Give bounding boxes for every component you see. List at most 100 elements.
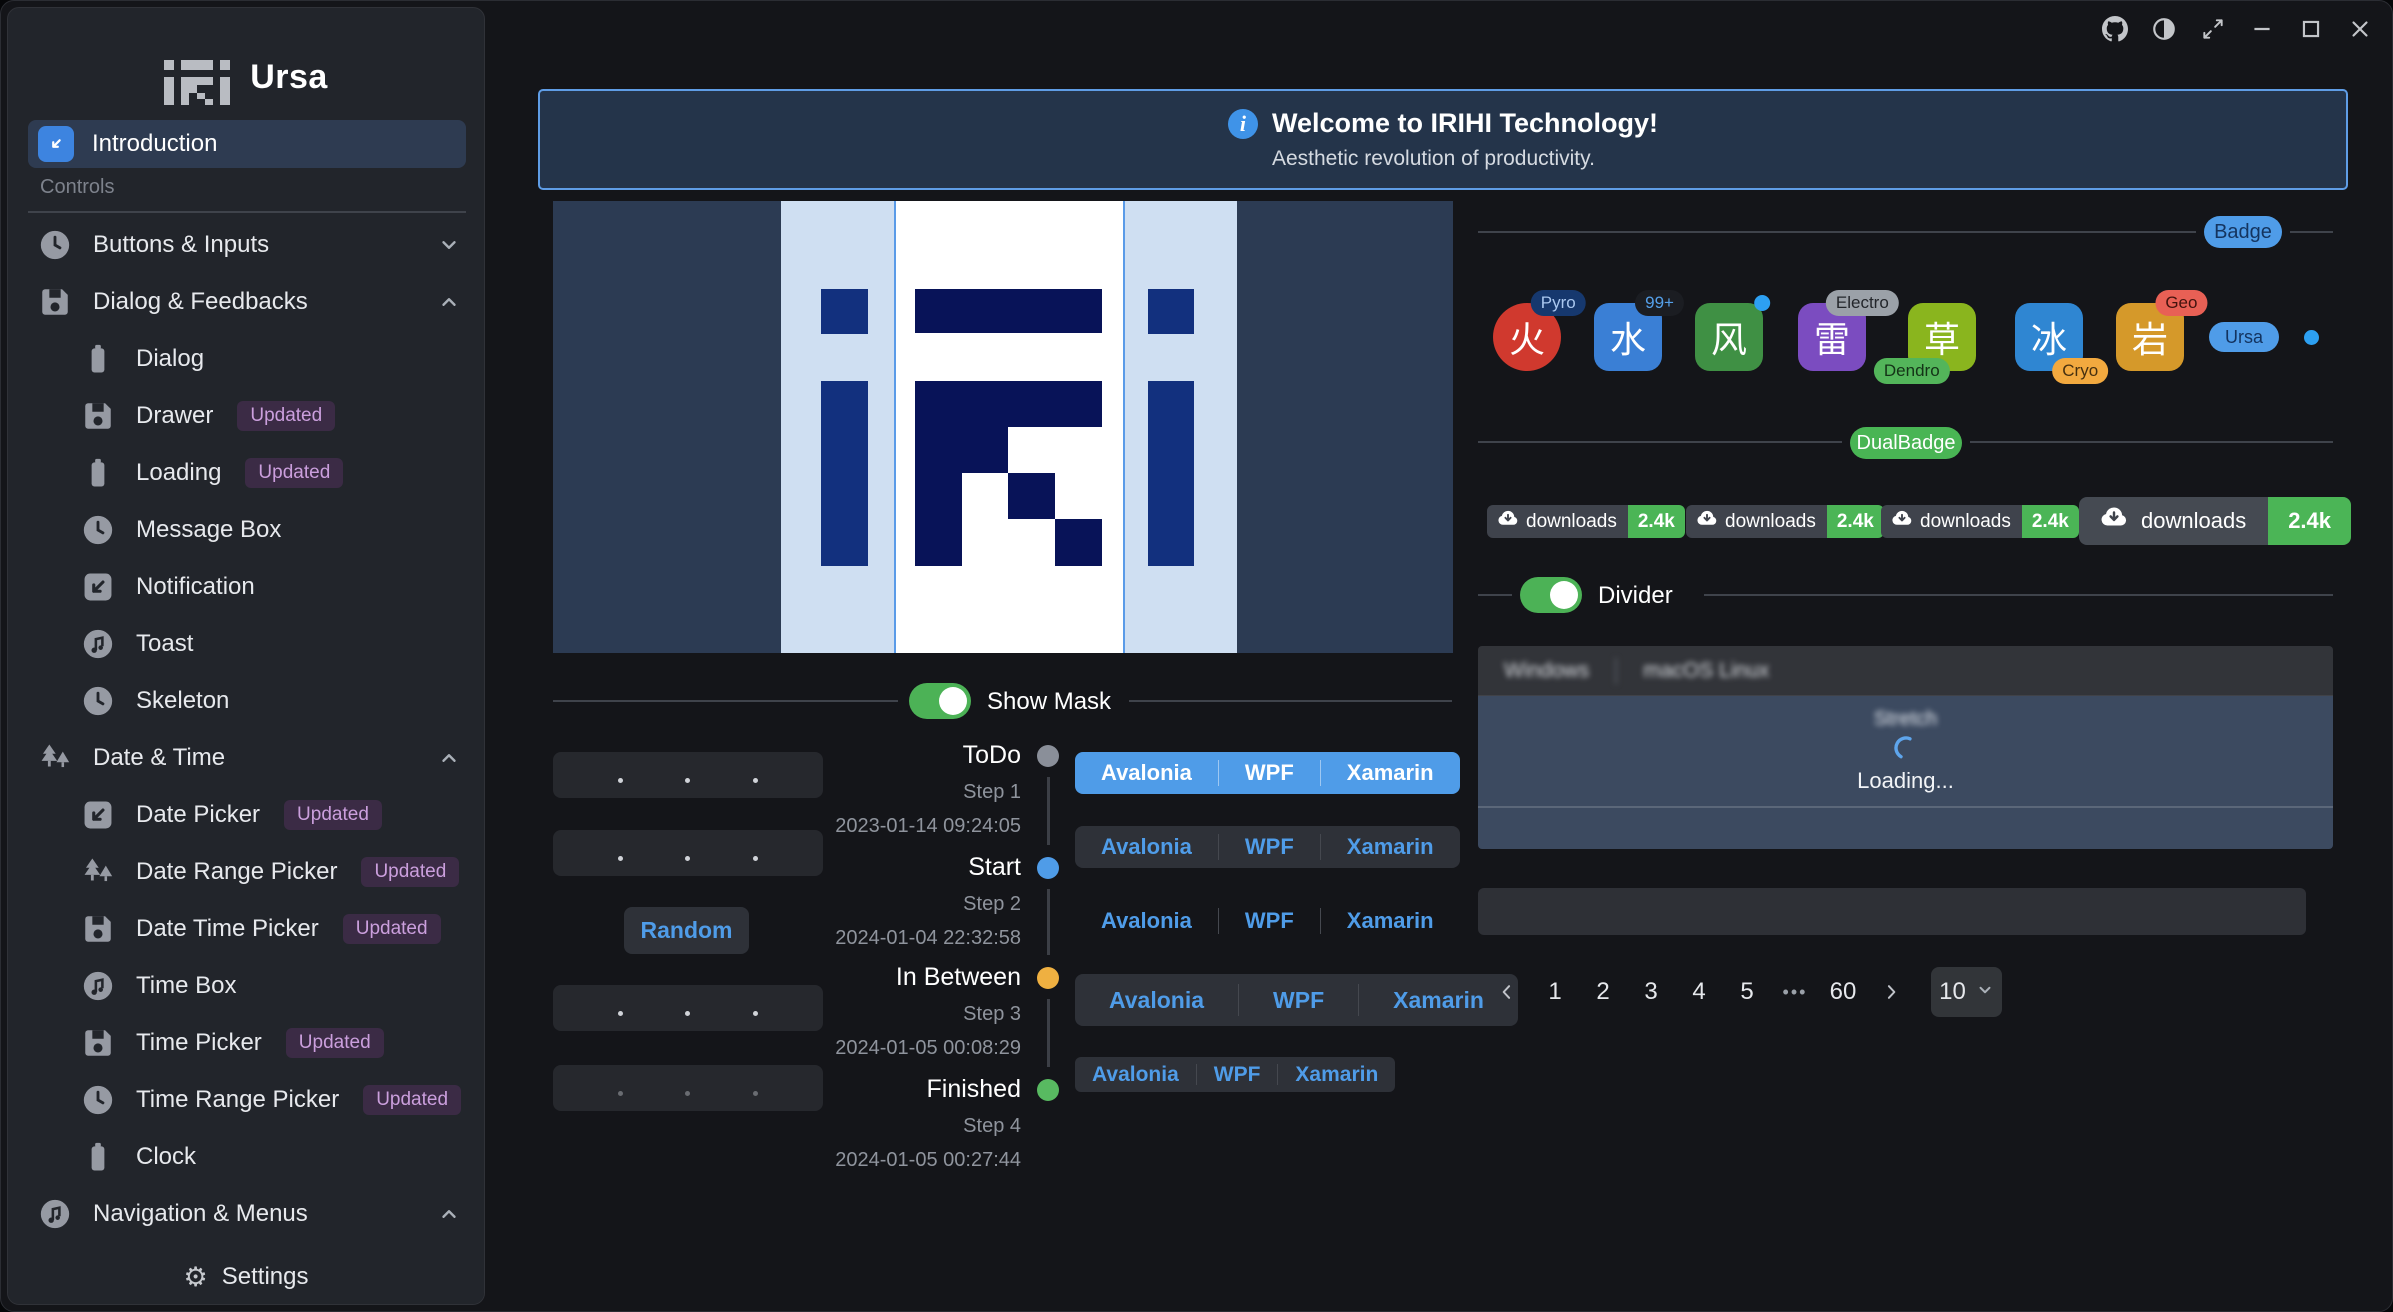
clock-icon [35,225,75,265]
sidebar-item-introduction[interactable]: Introduction [28,120,466,168]
cloud-download-icon [1697,509,1717,535]
github-button[interactable] [2101,15,2129,43]
sidebar-item-clock[interactable]: Clock [8,1128,484,1185]
sidebar-divider [28,211,466,213]
downloads-badge[interactable]: downloads2.4k [1487,505,1685,538]
chevron-down-icon[interactable] [438,234,460,256]
sidebar-item-dialog[interactable]: Dialog [8,330,484,387]
page-button-3[interactable]: 3 [1631,970,1671,1014]
page-button-2[interactable]: 2 [1583,970,1623,1014]
downloads-badge[interactable]: downloads2.4k [1881,505,2079,538]
avalonia-button[interactable]: Avalonia [1075,752,1218,794]
sidebar-item-notification[interactable]: Notification [8,558,484,615]
sidebar-item-label: Skeleton [136,687,229,715]
page-size-select[interactable]: 10 [1931,967,2002,1017]
downloads-text: downloads [2141,508,2246,534]
downloads-badge[interactable]: downloads2.4k [1686,505,1884,538]
sidebar-item-date-time[interactable]: Date & Time [8,729,484,786]
next-page-button[interactable] [1871,970,1911,1014]
avalonia-button[interactable]: Avalonia [1075,826,1218,868]
sidebar-item-time-box[interactable]: Time Box [8,957,484,1014]
downloads-badge-value: 2.4k [2268,497,2351,545]
app-title: Ursa [250,58,328,97]
sidebar-item-toast[interactable]: Toast [8,615,484,672]
sidebar-item-time-picker[interactable]: Time PickerUpdated [8,1014,484,1071]
corner-badge: Pyro [1531,290,1586,316]
sidebar-item-skeleton[interactable]: Skeleton [8,672,484,729]
badge-demo-item: 风 [1695,303,1763,371]
loading-text: Loading... [1478,768,2333,794]
wpf-button[interactable]: WPF [1239,974,1358,1026]
sidebar-item-label: Introduction [92,130,217,158]
page-button-60[interactable]: 60 [1823,970,1863,1014]
badge-demo-item: 草Dendro [1908,303,1976,371]
button-group-tonal-large: AvaloniaWPFXamarin [1075,974,1518,1026]
show-mask-toggle[interactable] [909,683,971,719]
xamarin-button[interactable]: Xamarin [1321,752,1460,794]
button-group-tonal: AvaloniaWPFXamarin [1075,826,1460,868]
sidebar-item-loading[interactable]: LoadingUpdated [8,444,484,501]
chevron-up-icon[interactable] [438,747,460,769]
sidebar-item-navigation-menus[interactable]: Navigation & Menus [8,1185,484,1242]
timeline-dot [1037,1079,1059,1101]
maximize-button[interactable] [2297,15,2325,43]
divider-toggle[interactable] [1520,577,1582,613]
expand-button[interactable] [2199,15,2227,43]
sidebar-item-label: Date Time Picker [136,915,319,943]
avalonia-button[interactable]: Avalonia [1075,1057,1196,1092]
sidebar-item-buttons-inputs[interactable]: Buttons & Inputs [8,216,484,273]
downloads-badge-value: 2.4k [1827,505,1884,538]
sidebar-item-date-range-picker[interactable]: Date Range PickerUpdated [8,843,484,900]
ursa-logo-icon [164,44,230,110]
wpf-button[interactable]: WPF [1197,1057,1278,1092]
maximize-icon [2298,16,2324,42]
page-button-4[interactable]: 4 [1679,970,1719,1014]
timeline-entry: StartStep 22024-01-04 22:32:58 [621,853,1021,950]
page-button-5[interactable]: 5 [1727,970,1767,1014]
wpf-button[interactable]: WPF [1219,900,1320,942]
sidebar-item-label: Navigation & Menus [93,1200,308,1228]
sidebar-nav-list: Buttons & Inputs Dialog & Feedbacks Dialog… [8,216,484,1258]
text-input[interactable] [1478,888,2306,935]
sidebar-item-time-range-picker[interactable]: Time Range PickerUpdated [8,1071,484,1128]
sidebar-item-dialog-feedbacks[interactable]: Dialog & Feedbacks [8,273,484,330]
timeline-title: ToDo [621,741,1021,770]
sidebar-item-date-time-picker[interactable]: Date Time PickerUpdated [8,900,484,957]
page-button-1[interactable]: 1 [1535,970,1575,1014]
badge-demo-item: 岩Geo [2116,303,2184,371]
sidebar-item-message-box[interactable]: Message Box [8,501,484,558]
sidebar-item-drawer[interactable]: DrawerUpdated [8,387,484,444]
timeline-step: Step 1 [621,781,1021,804]
corner-badge: Cryo [2052,358,2108,384]
timeline-connector [1047,889,1050,955]
prev-page-button[interactable] [1487,970,1527,1014]
avalonia-button[interactable]: Avalonia [1075,974,1238,1026]
xamarin-button[interactable]: Xamarin [1321,826,1460,868]
cloud-download-icon [1892,509,1912,535]
timeline-title: In Between [621,963,1021,992]
close-button[interactable] [2346,15,2374,43]
sidebar-item-label: Dialog & Feedbacks [93,288,308,316]
settings-button[interactable]: ⚙ Settings [8,1250,484,1304]
button-group-solid: AvaloniaWPFXamarin [1075,752,1460,794]
minimize-button[interactable] [2248,15,2276,43]
dualbadge-section-label: DualBadge [1850,427,1962,459]
sidebar-item-date-picker[interactable]: Date PickerUpdated [8,786,484,843]
banner-title: Welcome to IRIHI Technology! [1272,108,1658,139]
xamarin-button[interactable]: Xamarin [1278,1057,1395,1092]
theme-contrast-button[interactable] [2150,15,2178,43]
xamarin-button[interactable]: Xamarin [1321,900,1460,942]
tab-windows[interactable]: Windows [1478,659,1615,683]
avalonia-button[interactable]: Avalonia [1075,900,1218,942]
timeline-step: Step 2 [621,893,1021,916]
element-tile: 风 [1695,303,1763,371]
titlebar-controls [2101,15,2374,43]
info-icon: i [1228,109,1258,139]
wpf-button[interactable]: WPF [1219,826,1320,868]
wpf-button[interactable]: WPF [1219,752,1320,794]
tab-macos-linux[interactable]: macOS Linux [1617,659,1795,683]
minimize-icon [2249,16,2275,42]
chevron-up-icon[interactable] [438,291,460,313]
chevron-up-icon[interactable] [438,1203,460,1225]
downloads-badge[interactable]: downloads 2.4k [2079,497,2351,545]
